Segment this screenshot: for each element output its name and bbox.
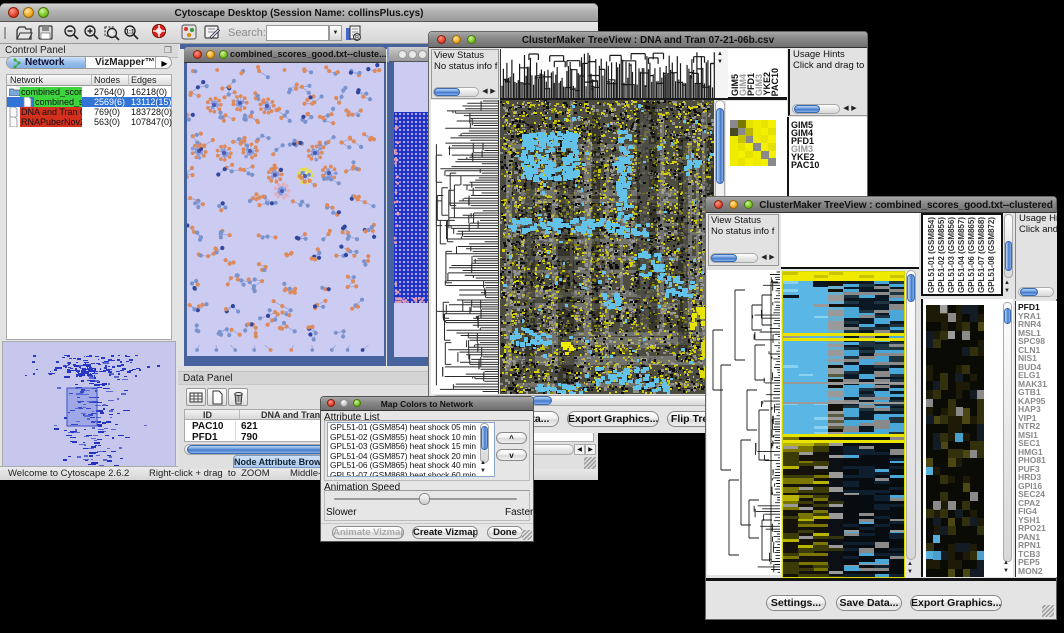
svg-text:B: B xyxy=(355,35,359,41)
svg-text:1:1: 1:1 xyxy=(126,29,135,35)
